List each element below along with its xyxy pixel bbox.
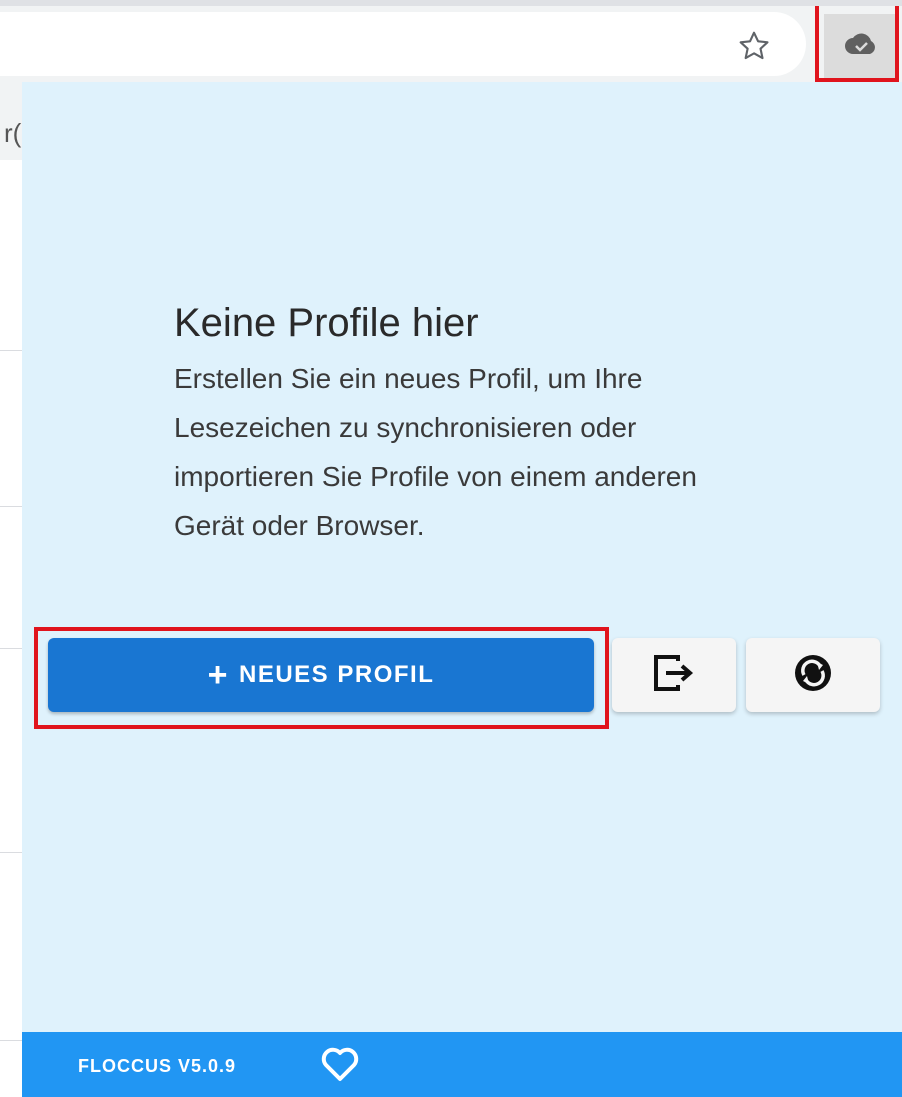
highlight-new-profile [34, 627, 609, 729]
page-text-fragment: r( [4, 118, 22, 148]
import-profiles-button[interactable] [612, 638, 736, 712]
highlight-extension-button [815, 6, 899, 82]
empty-state-title: Keine Profile hier [174, 301, 479, 345]
page-background: r( [0, 82, 22, 1097]
empty-state: Keine Profile hier Erstellen Sie ein neu… [174, 296, 734, 550]
popup-footer: FLOCCUS V5.0.9 [22, 1032, 902, 1097]
page-divider [0, 506, 22, 507]
sync-circle-icon [793, 653, 833, 698]
page-header-fragment: r( [0, 82, 22, 160]
floccus-popup: Keine Profile hier Erstellen Sie ein neu… [22, 82, 902, 1097]
empty-state-text: Erstellen Sie ein neues Profil, um Ihre … [174, 363, 697, 541]
heart-icon[interactable] [318, 1044, 362, 1084]
page-divider [0, 350, 22, 351]
page-divider [0, 852, 22, 853]
star-icon[interactable] [736, 28, 772, 64]
browser-toolbar [0, 0, 902, 82]
import-export-icon [652, 653, 696, 698]
toolbar-divider [0, 0, 902, 6]
page-divider [0, 1040, 22, 1041]
version-label[interactable]: FLOCCUS V5.0.9 [78, 1056, 236, 1077]
address-bar[interactable] [0, 12, 806, 76]
page-divider [0, 648, 22, 649]
sync-all-button[interactable] [746, 638, 880, 712]
